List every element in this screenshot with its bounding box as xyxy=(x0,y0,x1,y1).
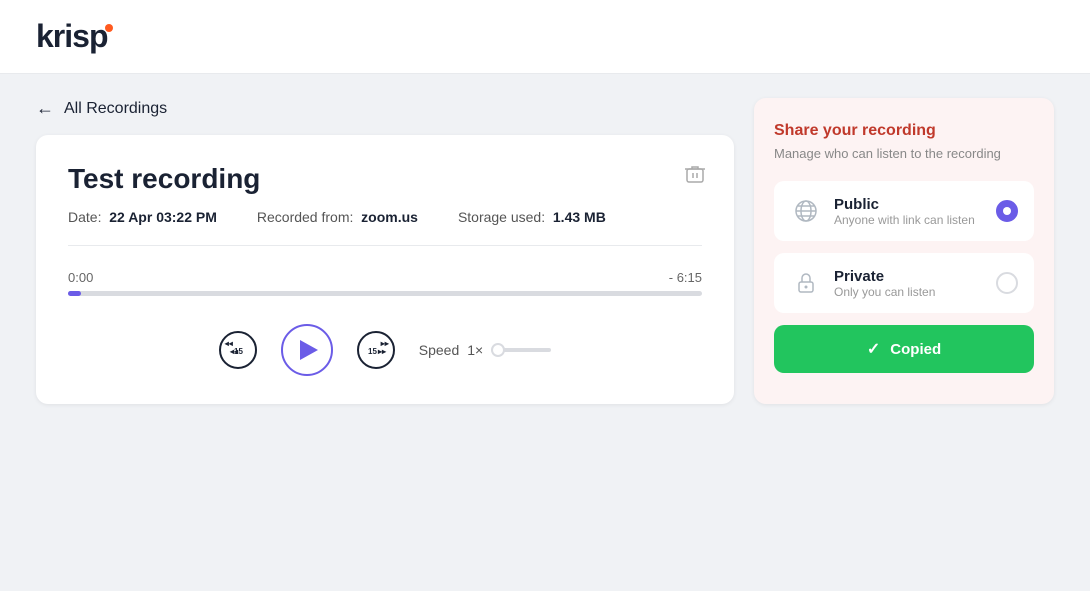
source-label: Recorded from: xyxy=(257,209,353,225)
date-label: Date: xyxy=(68,209,101,225)
public-label: Public xyxy=(834,196,984,213)
forward-button[interactable]: 15 ▸▸ xyxy=(357,331,395,369)
copied-label: Copied xyxy=(890,341,941,358)
share-option-public[interactable]: Public Anyone with link can listen xyxy=(774,181,1034,241)
share-title: Share your recording xyxy=(774,122,1034,140)
playback-controls: ◂◂ 15 15 ▸▸ xyxy=(68,324,702,376)
app-header: krisp xyxy=(0,0,1090,74)
back-arrow-icon: ← xyxy=(36,98,54,119)
rewind-icon: ◂◂ 15 xyxy=(219,331,257,369)
private-desc: Only you can listen xyxy=(834,285,984,299)
storage-label: Storage used: xyxy=(458,209,545,225)
speed-control: Speed 1× xyxy=(419,342,551,358)
public-desc: Anyone with link can listen xyxy=(834,213,984,227)
public-option-text: Public Anyone with link can listen xyxy=(834,196,984,227)
recording-date: Date: 22 Apr 03:22 PM xyxy=(68,209,217,225)
delete-button[interactable] xyxy=(684,163,706,188)
recording-panel: Test recording Date: 22 Apr 03:22 PM Rec… xyxy=(36,135,734,404)
source-value: zoom.us xyxy=(361,209,418,225)
speed-thumb xyxy=(491,343,505,357)
svg-text:15: 15 xyxy=(234,347,243,356)
public-radio[interactable] xyxy=(996,200,1018,222)
speed-slider[interactable] xyxy=(491,348,551,352)
storage-value: 1.43 MB xyxy=(553,209,606,225)
play-button[interactable] xyxy=(281,324,333,376)
private-option-text: Private Only you can listen xyxy=(834,268,984,299)
logo-text: krisp xyxy=(36,18,107,55)
speed-value: 1× xyxy=(467,342,483,358)
recording-storage: Storage used: 1.43 MB xyxy=(458,209,606,225)
radio-inner xyxy=(1003,207,1011,215)
share-subtitle: Manage who can listen to the recording xyxy=(774,146,1034,161)
recording-card: Test recording Date: 22 Apr 03:22 PM Rec… xyxy=(36,135,734,404)
svg-text:15: 15 xyxy=(368,347,377,356)
copied-button[interactable]: ✓ Copied xyxy=(774,325,1034,373)
progress-bar[interactable] xyxy=(68,291,702,296)
remaining-time: - 6:15 xyxy=(669,270,702,285)
all-recordings-label: All Recordings xyxy=(64,100,167,118)
progress-fill xyxy=(68,291,81,296)
current-time: 0:00 xyxy=(68,270,93,285)
waveform-area: 0:00 - 6:15 xyxy=(68,270,702,296)
recording-title: Test recording xyxy=(68,163,702,195)
globe-icon xyxy=(790,195,822,227)
recording-meta: Date: 22 Apr 03:22 PM Recorded from: zoo… xyxy=(68,209,702,225)
check-icon: ✓ xyxy=(867,339,880,359)
play-icon xyxy=(300,340,318,360)
time-row: 0:00 - 6:15 xyxy=(68,270,702,285)
page-content: ← All Recordings Test recording xyxy=(0,74,1090,428)
rewind-button[interactable]: ◂◂ 15 xyxy=(219,331,257,369)
back-nav[interactable]: ← All Recordings xyxy=(36,98,734,119)
private-radio[interactable] xyxy=(996,272,1018,294)
private-label: Private xyxy=(834,268,984,285)
svg-text:▸▸: ▸▸ xyxy=(377,347,387,356)
share-option-private[interactable]: Private Only you can listen xyxy=(774,253,1034,313)
date-value: 22 Apr 03:22 PM xyxy=(109,209,217,225)
panel-divider xyxy=(68,245,702,246)
logo: krisp xyxy=(36,18,1054,55)
forward-icon: 15 ▸▸ xyxy=(357,331,395,369)
share-panel: Share your recording Manage who can list… xyxy=(754,98,1054,404)
lock-icon xyxy=(790,267,822,299)
speed-label: Speed xyxy=(419,342,459,358)
logo-dot xyxy=(105,24,113,32)
recording-source: Recorded from: zoom.us xyxy=(257,209,418,225)
